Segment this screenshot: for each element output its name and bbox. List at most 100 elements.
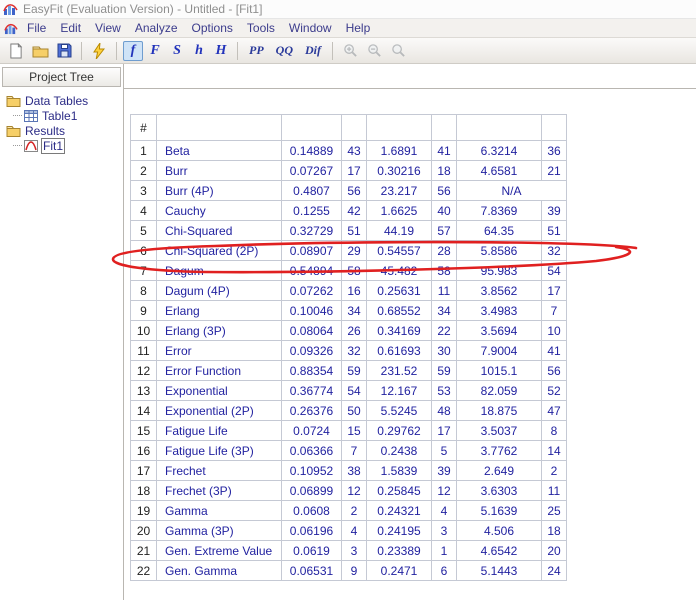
table-row[interactable]: 9Erlang0.10046340.68552343.49837 [131,301,567,321]
ks-rank-cell[interactable]: 4 [342,521,367,541]
distribution-name-cell[interactable]: Erlang [157,301,282,321]
ks-statistic-cell[interactable]: 0.26376 [282,401,342,421]
chisq-rank-cell[interactable]: 41 [542,341,567,361]
table-row[interactable]: 10Erlang (3P)0.08064260.34169223.569410 [131,321,567,341]
ks-statistic-cell[interactable]: 0.07267 [282,161,342,181]
ad-statistic-cell[interactable]: 1.5839 [367,461,432,481]
ks-statistic-cell[interactable]: 0.0608 [282,501,342,521]
ad-rank-cell[interactable]: 53 [432,381,457,401]
ks-rank-cell[interactable]: 2 [342,501,367,521]
menu-item-tools[interactable]: Tools [240,19,282,37]
ad-statistic-cell[interactable]: 0.29762 [367,421,432,441]
row-number-cell[interactable]: 8 [131,281,157,301]
ad-statistic-cell[interactable]: 44.19 [367,221,432,241]
row-number-cell[interactable]: 21 [131,541,157,561]
row-number-cell[interactable]: 7 [131,261,157,281]
ad-statistic-cell[interactable]: 0.68552 [367,301,432,321]
ad-rank-cell[interactable]: 11 [432,281,457,301]
ad-statistic-cell[interactable]: 0.61693 [367,341,432,361]
ks-statistic-cell[interactable]: 0.08907 [282,241,342,261]
distribution-name-cell[interactable]: Gen. Extreme Value [157,541,282,561]
ad-rank-cell[interactable]: 30 [432,341,457,361]
chisq-statistic-cell[interactable]: 5.8586 [457,241,542,261]
ks-statistic-cell[interactable]: 0.06196 [282,521,342,541]
ks-statistic-cell[interactable]: 0.36774 [282,381,342,401]
ks-rank-cell[interactable]: 51 [342,221,367,241]
new-document-button[interactable] [5,40,27,62]
tree-item-table1[interactable]: Table1 [0,108,123,123]
distribution-name-cell[interactable]: Dagum [157,261,282,281]
distribution-name-cell[interactable]: Gen. Gamma [157,561,282,581]
ks-statistic-cell[interactable]: 0.10046 [282,301,342,321]
ks-rank-cell[interactable]: 3 [342,541,367,561]
ks-rank-cell[interactable]: 50 [342,401,367,421]
ad-statistic-cell[interactable]: 231.52 [367,361,432,381]
chisq-statistic-cell[interactable]: 5.1639 [457,501,542,521]
ks-rank-cell[interactable]: 34 [342,301,367,321]
distribution-name-cell[interactable]: Fatigue Life [157,421,282,441]
cum-hazard-plot-button[interactable]: H [211,41,231,61]
table-row[interactable]: 12Error Function0.8835459231.52591015.15… [131,361,567,381]
ks-statistic-cell[interactable]: 0.0724 [282,421,342,441]
ks-rank-cell[interactable]: 38 [342,461,367,481]
menu-item-edit[interactable]: Edit [53,19,88,37]
chisq-statistic-cell[interactable]: 3.8562 [457,281,542,301]
table-row[interactable]: 5Chi-Squared0.327295144.195764.3551 [131,221,567,241]
ad-statistic-cell[interactable]: 0.54557 [367,241,432,261]
row-number-cell[interactable]: 11 [131,341,157,361]
row-number-cell[interactable]: 13 [131,381,157,401]
row-number-cell[interactable]: 18 [131,481,157,501]
save-button[interactable] [53,40,75,62]
ks-statistic-cell[interactable]: 0.0619 [282,541,342,561]
chisq-rank-cell[interactable]: 39 [542,201,567,221]
open-button[interactable] [29,40,51,62]
ks-rank-cell[interactable]: 15 [342,421,367,441]
distribution-name-cell[interactable]: Error [157,341,282,361]
ad-rank-cell[interactable]: 41 [432,141,457,161]
ad-rank-cell[interactable]: 22 [432,321,457,341]
menu-item-help[interactable]: Help [339,19,378,37]
menu-item-analyze[interactable]: Analyze [128,19,185,37]
ks-rank-cell[interactable]: 29 [342,241,367,261]
child-window-icon[interactable] [4,22,18,35]
table-row[interactable]: 8Dagum (4P)0.07262160.25631113.856217 [131,281,567,301]
menu-item-file[interactable]: File [20,19,53,37]
zoom-in-button[interactable] [339,40,361,62]
row-number-cell[interactable]: 20 [131,521,157,541]
ks-rank-cell[interactable]: 58 [342,261,367,281]
row-number-cell[interactable]: 12 [131,361,157,381]
distribution-name-cell[interactable]: Cauchy [157,201,282,221]
row-number-cell[interactable]: 22 [131,561,157,581]
ks-rank-cell[interactable]: 56 [342,181,367,201]
fit-distributions-button[interactable] [88,40,110,62]
distribution-name-cell[interactable]: Frechet [157,461,282,481]
pp-plot-button[interactable]: PP [245,41,268,60]
distribution-name-cell[interactable]: Burr (4P) [157,181,282,201]
ks-statistic-cell[interactable]: 0.07262 [282,281,342,301]
table-row[interactable]: 18Frechet (3P)0.06899120.25845123.630311 [131,481,567,501]
chisq-rank-cell[interactable]: 2 [542,461,567,481]
table-row[interactable]: 20Gamma (3P)0.0619640.2419534.50618 [131,521,567,541]
row-number-cell[interactable]: 1 [131,141,157,161]
chisq-rank-cell[interactable]: 32 [542,241,567,261]
table-row[interactable]: 22Gen. Gamma0.0653190.247165.144324 [131,561,567,581]
ks-rank-cell[interactable]: 9 [342,561,367,581]
ks-statistic-cell[interactable]: 0.32729 [282,221,342,241]
chisq-rank-cell[interactable]: 14 [542,441,567,461]
distribution-name-cell[interactable]: Beta [157,141,282,161]
ad-statistic-cell[interactable]: 0.24321 [367,501,432,521]
row-number-cell[interactable]: 10 [131,321,157,341]
ad-rank-cell[interactable]: 28 [432,241,457,261]
ks-statistic-cell[interactable]: 0.06899 [282,481,342,501]
row-number-cell[interactable]: 4 [131,201,157,221]
table-row[interactable]: 3Burr (4P)0.48075623.21756N/A [131,181,567,201]
ks-rank-cell[interactable]: 7 [342,441,367,461]
ks-rank-cell[interactable]: 32 [342,341,367,361]
ad-rank-cell[interactable]: 12 [432,481,457,501]
table-row[interactable]: 13Exponential0.367745412.1675382.05952 [131,381,567,401]
tree-item-results[interactable]: Results [0,123,123,138]
ad-statistic-cell[interactable]: 23.217 [367,181,432,201]
zoom-reset-button[interactable] [387,40,409,62]
ks-statistic-cell[interactable]: 0.09326 [282,341,342,361]
ks-rank-cell[interactable]: 26 [342,321,367,341]
